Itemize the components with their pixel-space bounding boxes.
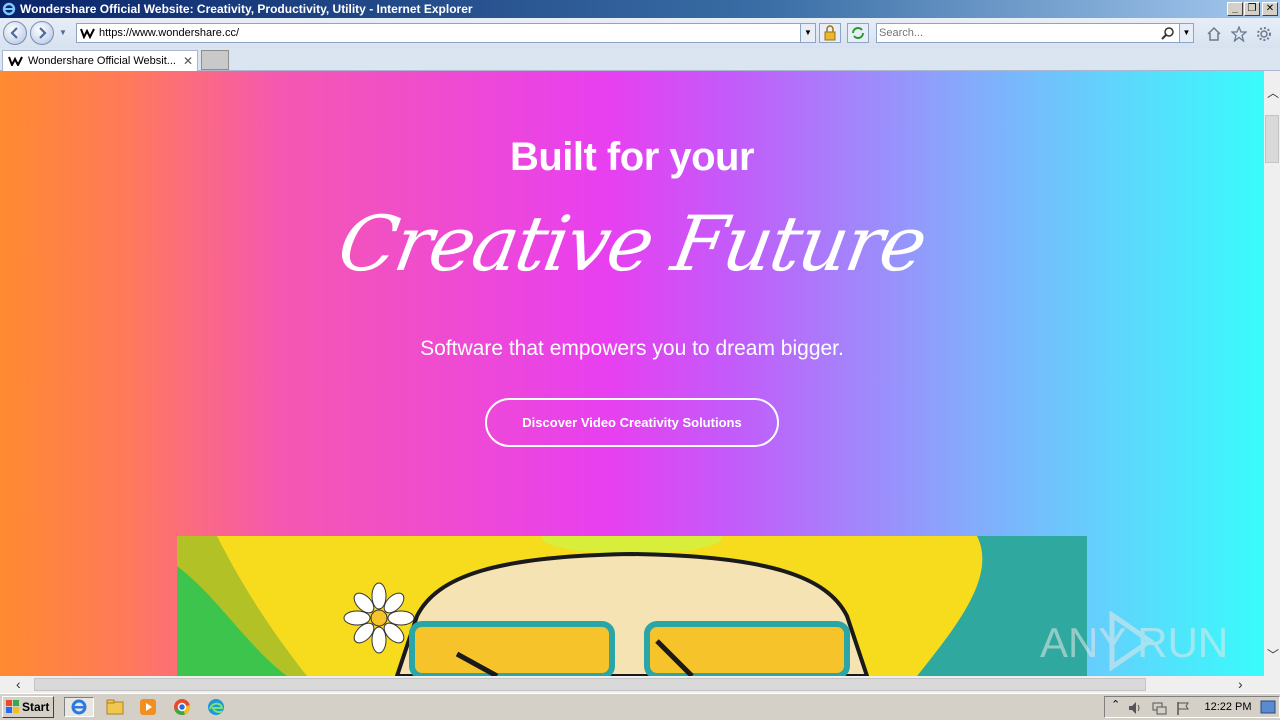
window-title: Wondershare Official Website: Creativity… (20, 2, 473, 16)
internet-explorer-icon (71, 699, 87, 715)
discover-video-solutions-button[interactable]: Discover Video Creativity Solutions (485, 398, 779, 447)
search-icon[interactable] (1161, 26, 1175, 40)
watermark-text: ANY RUN (1040, 619, 1228, 666)
hero-subtitle: Software that empowers you to dream bigg… (420, 337, 844, 360)
search-box[interactable]: ▼ (876, 23, 1194, 43)
window-title-bar[interactable]: Wondershare Official Website: Creativity… (0, 0, 1280, 18)
hero-script-heading: Creative Future (332, 199, 932, 288)
search-input[interactable] (879, 25, 1149, 41)
tab-close-icon[interactable]: ✕ (183, 51, 193, 71)
media-player-icon[interactable] (136, 697, 160, 717)
taskbar-clock[interactable]: 12:22 PM (1199, 697, 1257, 717)
page-content: Built for your Creative Future Software … (0, 71, 1264, 676)
settings-gear-icon[interactable] (1256, 26, 1272, 42)
minimize-button[interactable]: _ (1227, 2, 1243, 16)
vertical-scroll-thumb[interactable] (1265, 115, 1279, 163)
close-button[interactable]: ✕ (1262, 2, 1278, 16)
forward-button[interactable] (30, 21, 54, 45)
scroll-left-icon[interactable]: ‹ (16, 676, 21, 692)
start-label: Start (22, 700, 50, 714)
horizontal-scroll-thumb[interactable] (34, 678, 1146, 691)
explorer-folder-icon[interactable] (104, 697, 128, 717)
edge-icon[interactable] (204, 697, 228, 717)
url-text: https://www.wondershare.cc/ (99, 27, 240, 39)
home-icon[interactable] (1206, 26, 1222, 42)
vertical-scrollbar[interactable]: ︿ ﹀ (1264, 71, 1280, 676)
scrollbar-corner (1264, 676, 1280, 693)
anyrun-watermark: ANY RUN (1040, 611, 1228, 671)
hero-title: Built for your (509, 135, 755, 179)
volume-icon[interactable] (1127, 700, 1143, 716)
network-icon[interactable] (1151, 700, 1167, 716)
windows-logo-icon (6, 700, 19, 713)
security-lock-button[interactable] (819, 23, 841, 43)
recent-pages-dropdown[interactable]: ▼ (59, 28, 71, 38)
forward-arrow-icon (39, 27, 47, 39)
chrome-icon[interactable] (170, 697, 194, 717)
address-bar[interactable]: https://www.wondershare.cc/ ▼ (76, 23, 816, 43)
show-hidden-icons-icon[interactable]: ⌃ (1111, 698, 1120, 711)
refresh-icon (852, 27, 864, 39)
hero-illustration (177, 536, 1087, 676)
restore-button[interactable]: ❐ (1244, 2, 1260, 16)
wondershare-favicon-icon (8, 56, 23, 66)
horizontal-scrollbar[interactable]: ‹ › (0, 676, 1264, 693)
wondershare-favicon-icon (80, 28, 95, 39)
van-illustration (177, 536, 1087, 676)
start-button[interactable]: Start (2, 696, 54, 718)
show-desktop-icon[interactable] (1260, 700, 1276, 714)
tab-wondershare[interactable]: Wondershare Official Websit... ✕ (2, 50, 198, 71)
back-arrow-icon (10, 27, 18, 39)
scroll-down-icon[interactable]: ﹀ (1267, 646, 1279, 663)
back-button[interactable] (3, 21, 27, 45)
search-provider-dropdown[interactable]: ▼ (1179, 24, 1193, 42)
taskbar-ie-button[interactable] (64, 697, 94, 717)
lock-icon (824, 25, 836, 41)
favorites-star-icon[interactable] (1231, 26, 1247, 42)
scroll-up-icon[interactable]: ︿ (1267, 84, 1279, 101)
internet-explorer-icon (2, 2, 16, 16)
refresh-button[interactable] (847, 23, 869, 43)
tab-label: Wondershare Official Websit... (28, 55, 176, 67)
new-tab-button[interactable] (201, 50, 229, 70)
scroll-right-icon[interactable]: › (1238, 676, 1243, 692)
address-dropdown-button[interactable]: ▼ (800, 24, 815, 42)
action-center-flag-icon[interactable] (1175, 700, 1191, 716)
